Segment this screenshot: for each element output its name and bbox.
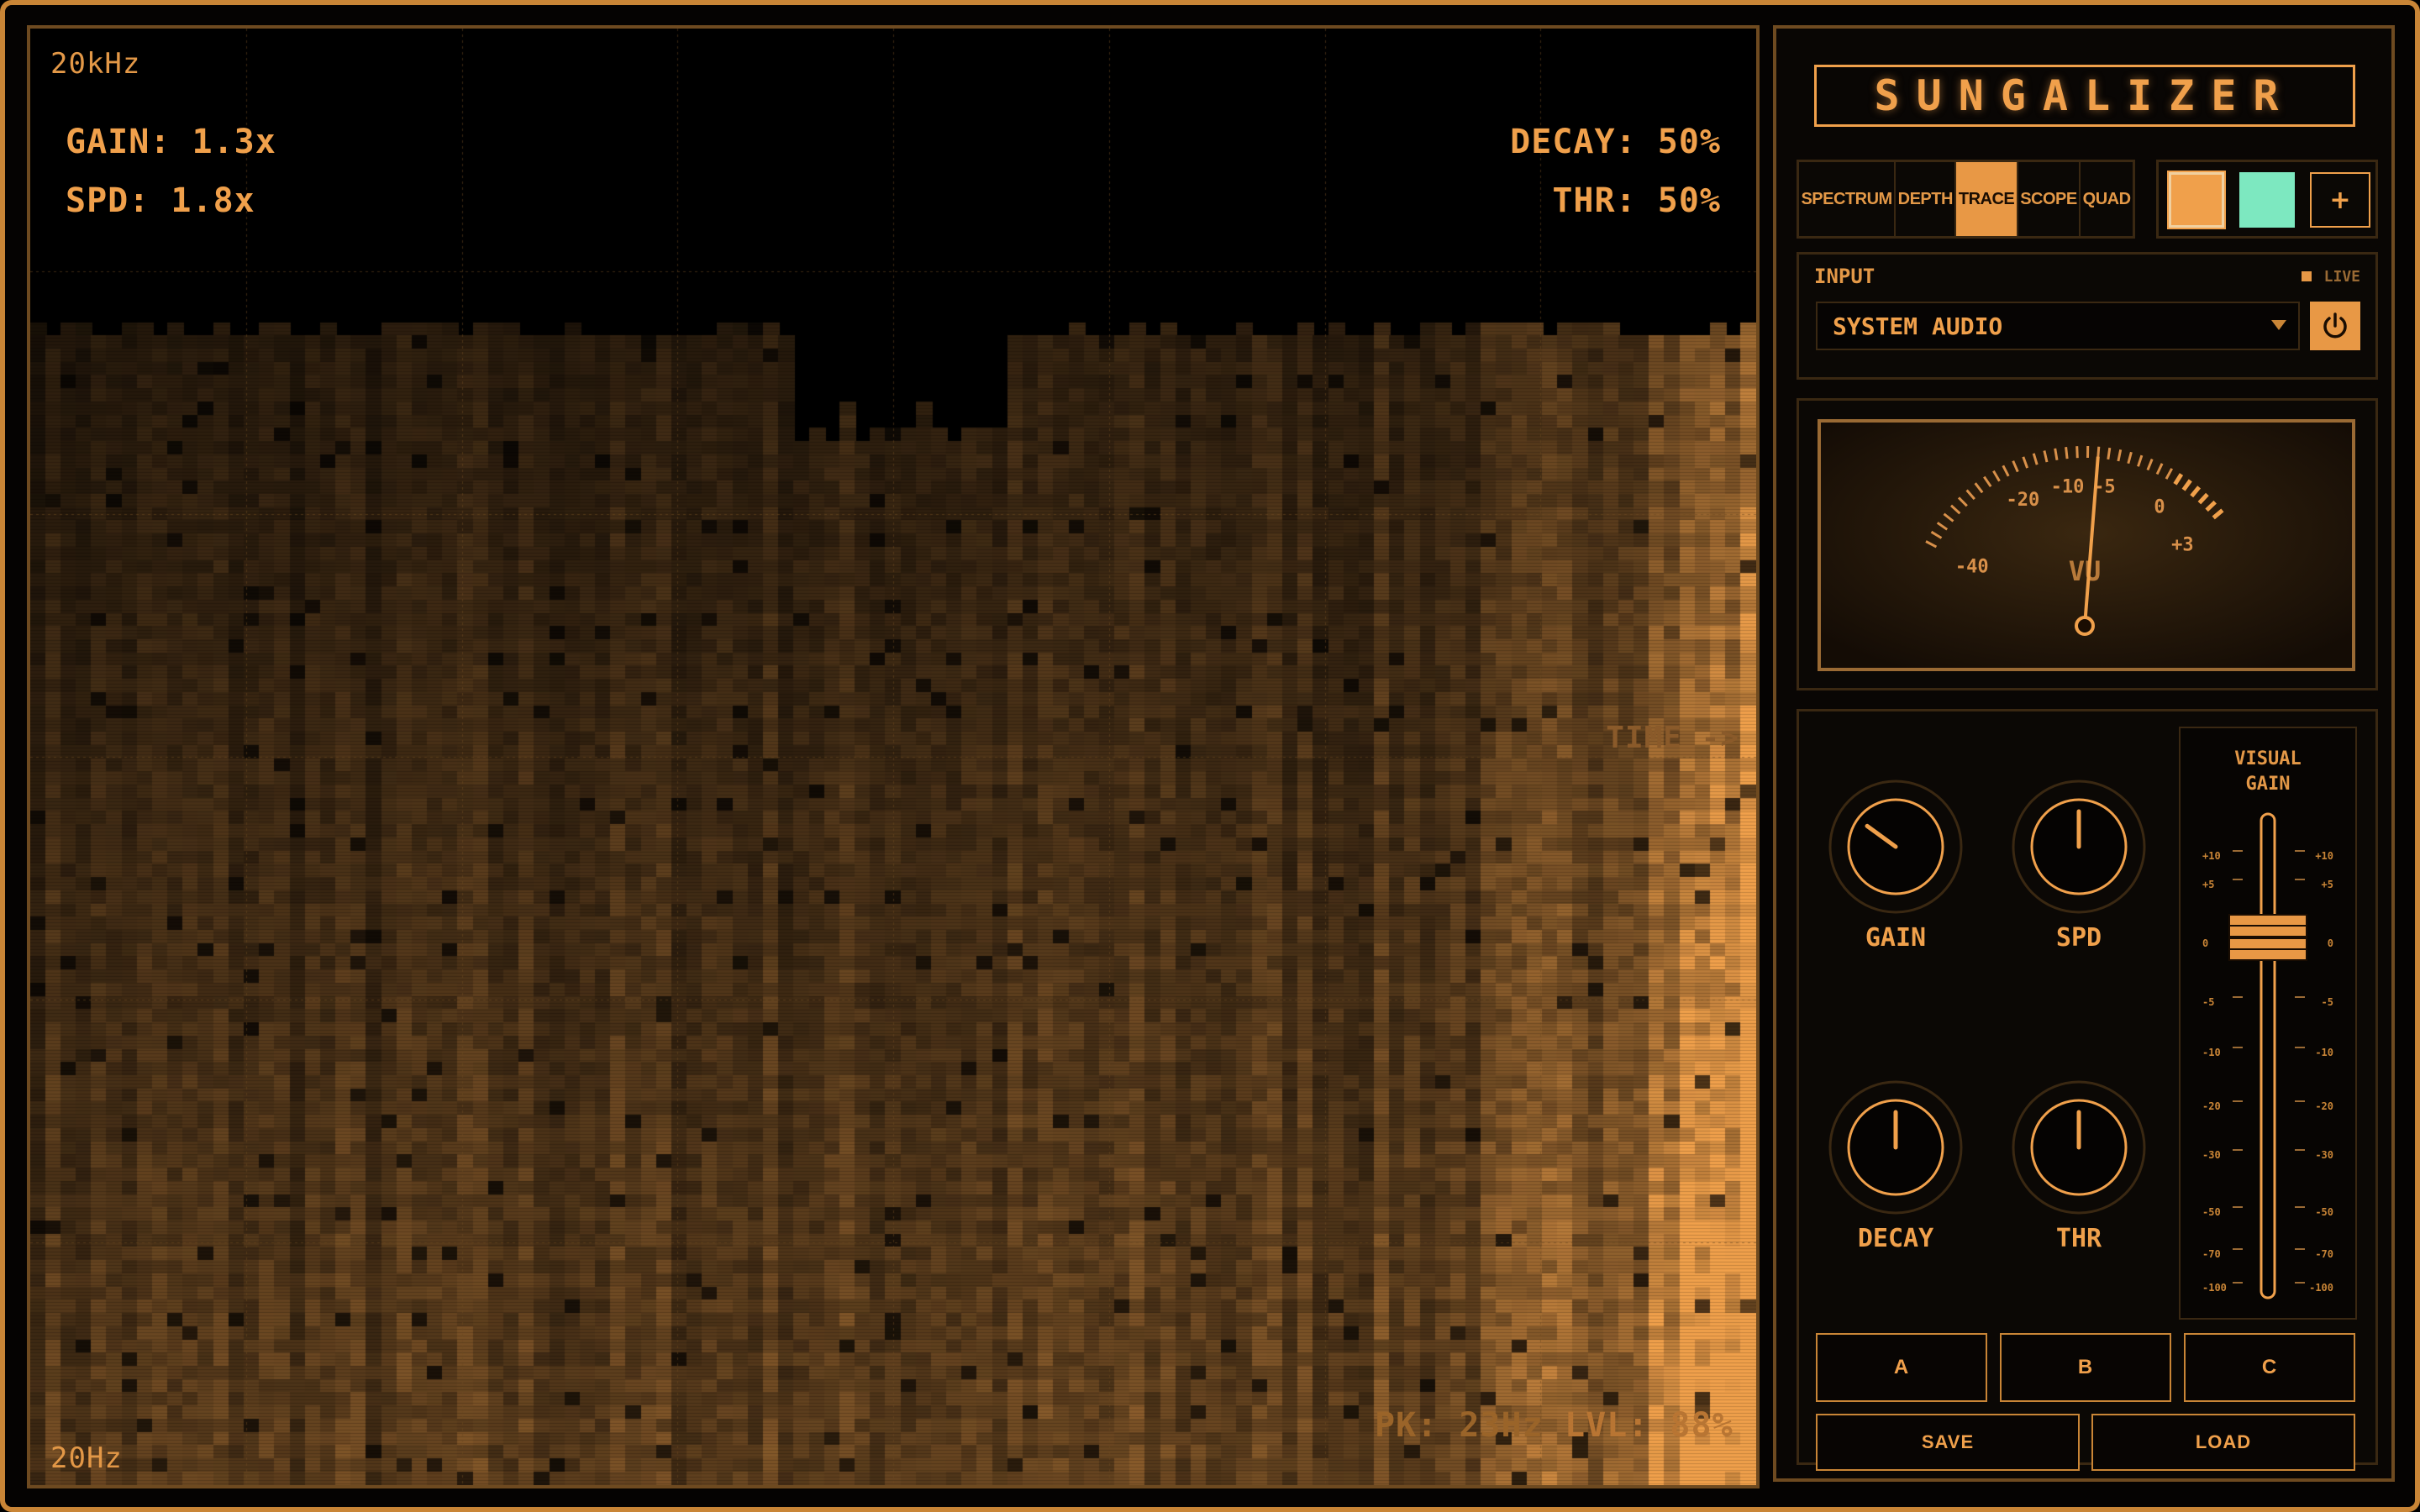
fader-scale-label: +10 xyxy=(2202,850,2221,862)
tab-trace[interactable]: TRACE xyxy=(1956,162,2018,236)
threshold-knob-label: THR xyxy=(2055,1224,2102,1253)
visual-gain-fader[interactable]: +10 +10 +5 +5 0 0 -5 -5 -10 -10 -20 -20 -30 -30 -50 -50… xyxy=(2181,809,2355,1313)
fader-scale-label: -10 xyxy=(2315,1047,2333,1058)
preset-a-button[interactable]: A xyxy=(1816,1333,1987,1402)
fader-scale-label: -20 xyxy=(2202,1100,2221,1112)
fader-scale-label: -50 xyxy=(2202,1206,2221,1218)
vu-scale-label: 0 xyxy=(2154,497,2165,518)
time-axis-label: TIME -> xyxy=(1606,721,1739,755)
fader-scale-label: -50 xyxy=(2315,1206,2333,1218)
add-swatch-button[interactable]: + xyxy=(2310,172,2370,228)
fader-scale-label: +5 xyxy=(2322,879,2333,890)
vu-tick xyxy=(2065,447,2069,459)
spectrogram-display[interactable]: 20kHz 20Hz GAIN: 1.3x SPD: 1.8x DECAY: 5… xyxy=(27,25,1760,1488)
decay-knob[interactable] xyxy=(1828,1079,1964,1215)
visual-gain-title: VISUAL GAIN xyxy=(2181,747,2355,797)
vu-meter: -40-20-10 -50+3 VU xyxy=(1818,419,2355,671)
freq-bottom-label: 20Hz xyxy=(50,1441,123,1475)
input-label: INPUT xyxy=(1814,265,1876,288)
controls-section: GAIN SPD DECAY THR VISUAL GAIN +10 +10 +… xyxy=(1797,709,2378,1471)
fader-scale-label: -30 xyxy=(2315,1149,2333,1161)
mode-tabs: SPECTRUM DEPTH TRACE SCOPE QUAD xyxy=(1797,160,2135,239)
color-swatches: + xyxy=(2156,160,2378,239)
tab-spectrum[interactable]: SPECTRUM xyxy=(1799,162,1897,236)
fader-scale-label: -5 xyxy=(2322,996,2333,1008)
swatch-amber[interactable] xyxy=(2167,171,2226,229)
preset-c-button[interactable]: C xyxy=(2184,1333,2355,1402)
freq-top-label: 20kHz xyxy=(50,47,141,81)
load-button[interactable]: LOAD xyxy=(2091,1414,2355,1471)
decay-knob-label: DECAY xyxy=(1857,1224,1934,1253)
peak-readout: PK: 23Hz xyxy=(1375,1406,1544,1445)
vu-scale-label: -40 xyxy=(1955,557,1989,578)
vu-tick xyxy=(2075,446,2079,459)
fader-scale-label: -70 xyxy=(2202,1248,2221,1260)
threshold-knob[interactable] xyxy=(2011,1079,2147,1215)
fader-scale-label: -30 xyxy=(2202,1149,2221,1161)
power-icon xyxy=(2323,312,2347,339)
swatch-mint[interactable] xyxy=(2239,172,2295,228)
speed-knob[interactable] xyxy=(2011,779,2147,915)
vu-scale-label: -10 xyxy=(2051,476,2085,497)
fader-scale-label: 0 xyxy=(2202,937,2208,949)
control-panel: SUNGALIZER SPECTRUM DEPTH TRACE SCOPE QU… xyxy=(1773,25,2395,1482)
speed-knob-label: SPD xyxy=(2055,923,2102,953)
vu-tick xyxy=(2107,447,2112,460)
input-source-select[interactable]: SYSTEM AUDIO xyxy=(1816,302,2300,350)
fader-scale-label: +5 xyxy=(2202,879,2214,890)
visual-gain-title-line2: GAIN xyxy=(2245,774,2291,795)
fader-scale-label: -100 xyxy=(2202,1282,2227,1294)
fader-scale-label: -10 xyxy=(2202,1047,2221,1058)
vu-section: -40 -20 -10 -5 0 +3 VU xyxy=(1797,398,2378,690)
tab-scope[interactable]: SCOPE xyxy=(2018,162,2081,236)
level-readout: LVL: 88% xyxy=(1565,1406,1733,1445)
app-title: SUNGALIZER xyxy=(1814,65,2355,127)
preset-b-button[interactable]: B xyxy=(2000,1333,2171,1402)
vu-scale-label: +3 xyxy=(2171,534,2194,555)
fader-scale-label: +10 xyxy=(2315,850,2333,862)
threshold-readout: THR: 50% xyxy=(1552,181,1721,220)
gain-readout: GAIN: 1.3x xyxy=(66,123,276,161)
fader-scale-label: 0 xyxy=(2328,937,2333,949)
fader-scale-label: -20 xyxy=(2315,1100,2333,1112)
fader-scale-label: -70 xyxy=(2315,1248,2333,1260)
vu-label: VU xyxy=(2069,555,2102,587)
input-section: INPUT LIVE SYSTEM AUDIO xyxy=(1797,252,2378,380)
visual-gain-panel: VISUAL GAIN +10 +10 +5 +5 0 0 -5 -5 -10 -10 -20 -20… xyxy=(2179,727,2357,1320)
tab-quad[interactable]: QUAD xyxy=(2081,162,2133,236)
fader-scale-label: -5 xyxy=(2202,996,2214,1008)
speed-readout: SPD: 1.8x xyxy=(66,181,255,220)
chevron-down-icon xyxy=(2271,320,2286,330)
decay-readout: DECAY: 50% xyxy=(1510,123,1721,161)
live-indicator-icon xyxy=(2302,271,2312,281)
fader-handle[interactable] xyxy=(2228,914,2307,961)
live-label: LIVE xyxy=(2323,268,2360,286)
fader-scale-label: -100 xyxy=(2309,1282,2333,1294)
vu-scale-label: -20 xyxy=(2007,490,2040,511)
visual-gain-title-line1: VISUAL xyxy=(2234,748,2302,769)
power-button[interactable] xyxy=(2310,302,2360,350)
save-button[interactable]: SAVE xyxy=(1816,1414,2080,1471)
gain-knob[interactable] xyxy=(1828,779,1964,915)
gain-knob-label: GAIN xyxy=(1865,923,1927,953)
tab-depth[interactable]: DEPTH xyxy=(1896,162,1957,236)
spectrogram-canvas[interactable] xyxy=(30,29,1756,1485)
vu-tick xyxy=(2096,446,2101,459)
vu-needle-pivot xyxy=(2075,616,2095,636)
input-source-value: SYSTEM AUDIO xyxy=(1833,312,2003,340)
